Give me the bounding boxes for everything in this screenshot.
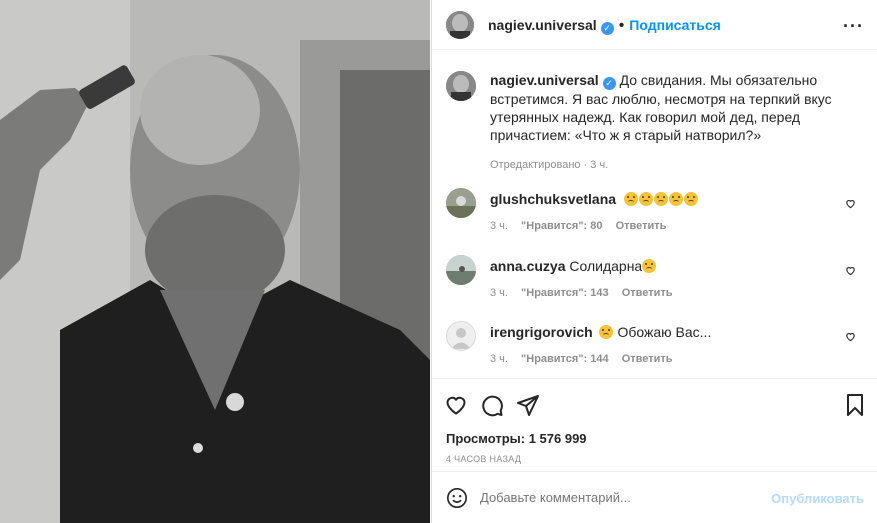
comment-time[interactable]: 3 ч. (490, 287, 508, 299)
author-username[interactable]: nagiev.universal (488, 17, 597, 33)
bookmark-icon[interactable] (844, 393, 866, 422)
comment-likes[interactable]: "Нравится": 144 (521, 353, 609, 365)
views-count[interactable]: Просмотры: 1 576 999 (446, 431, 587, 446)
comment-heart-icon[interactable] (845, 263, 856, 281)
post-header: nagiev.universal ✓ • Подписаться ··· (432, 0, 877, 50)
commenter-username[interactable]: anna.cuzya (490, 258, 565, 274)
smile-icon[interactable] (446, 487, 468, 514)
sad-emoji (623, 191, 699, 207)
verified-icon: ✓ (602, 77, 616, 90)
comment-heart-icon[interactable] (845, 329, 856, 347)
more-icon[interactable]: ··· (843, 16, 864, 37)
comment-text: Обожаю Вас... (617, 324, 712, 340)
author-avatar[interactable] (446, 11, 474, 39)
comment-time[interactable]: 3 ч. (490, 220, 508, 232)
commenter-avatar[interactable] (446, 321, 476, 351)
caption-meta: Отредактировано · 3 ч. (490, 159, 609, 171)
sad-emoji (642, 259, 657, 273)
comment-time[interactable]: 3 ч. (490, 353, 508, 365)
comment-text: Солидарна (569, 258, 643, 274)
caption-author-avatar[interactable] (446, 71, 476, 101)
comment-likes[interactable]: "Нравится": 80 (521, 220, 602, 232)
verified-icon: ✓ (600, 22, 614, 35)
caption-text-block: nagiev.universal ✓ До свидания. Мы обязат… (490, 71, 862, 174)
comment-likes[interactable]: "Нравится": 143 (521, 287, 609, 299)
post-photo (0, 0, 430, 523)
post-timestamp: 4 ЧАСОВ НАЗАД (446, 454, 522, 464)
caption-username[interactable]: nagiev.universal (490, 72, 599, 88)
sad-emoji (598, 325, 613, 339)
reply-button[interactable]: Ответить (622, 287, 673, 299)
share-icon[interactable] (516, 393, 540, 422)
commenter-avatar[interactable] (446, 188, 476, 218)
heart-icon[interactable] (444, 393, 468, 422)
add-comment-bar: Опубликовать (432, 471, 877, 523)
commenter-username[interactable]: glushchuksvetlana (490, 191, 616, 207)
comment-input[interactable] (480, 490, 770, 505)
comment-icon[interactable] (480, 393, 504, 422)
follow-button[interactable]: Подписаться (629, 17, 721, 33)
post-side-panel: nagiev.universal ✓ • Подписаться ··· nagiev… (431, 0, 877, 523)
comment-heart-icon[interactable] (845, 196, 856, 214)
commenter-username[interactable]: irengrigorovich (490, 324, 593, 340)
post-media[interactable] (0, 0, 430, 523)
reply-button[interactable]: Ответить (616, 220, 667, 232)
commenter-avatar[interactable] (446, 255, 476, 285)
separator-dot: • (618, 17, 625, 34)
publish-button[interactable]: Опубликовать (771, 491, 864, 506)
reply-button[interactable]: Ответить (622, 353, 673, 365)
